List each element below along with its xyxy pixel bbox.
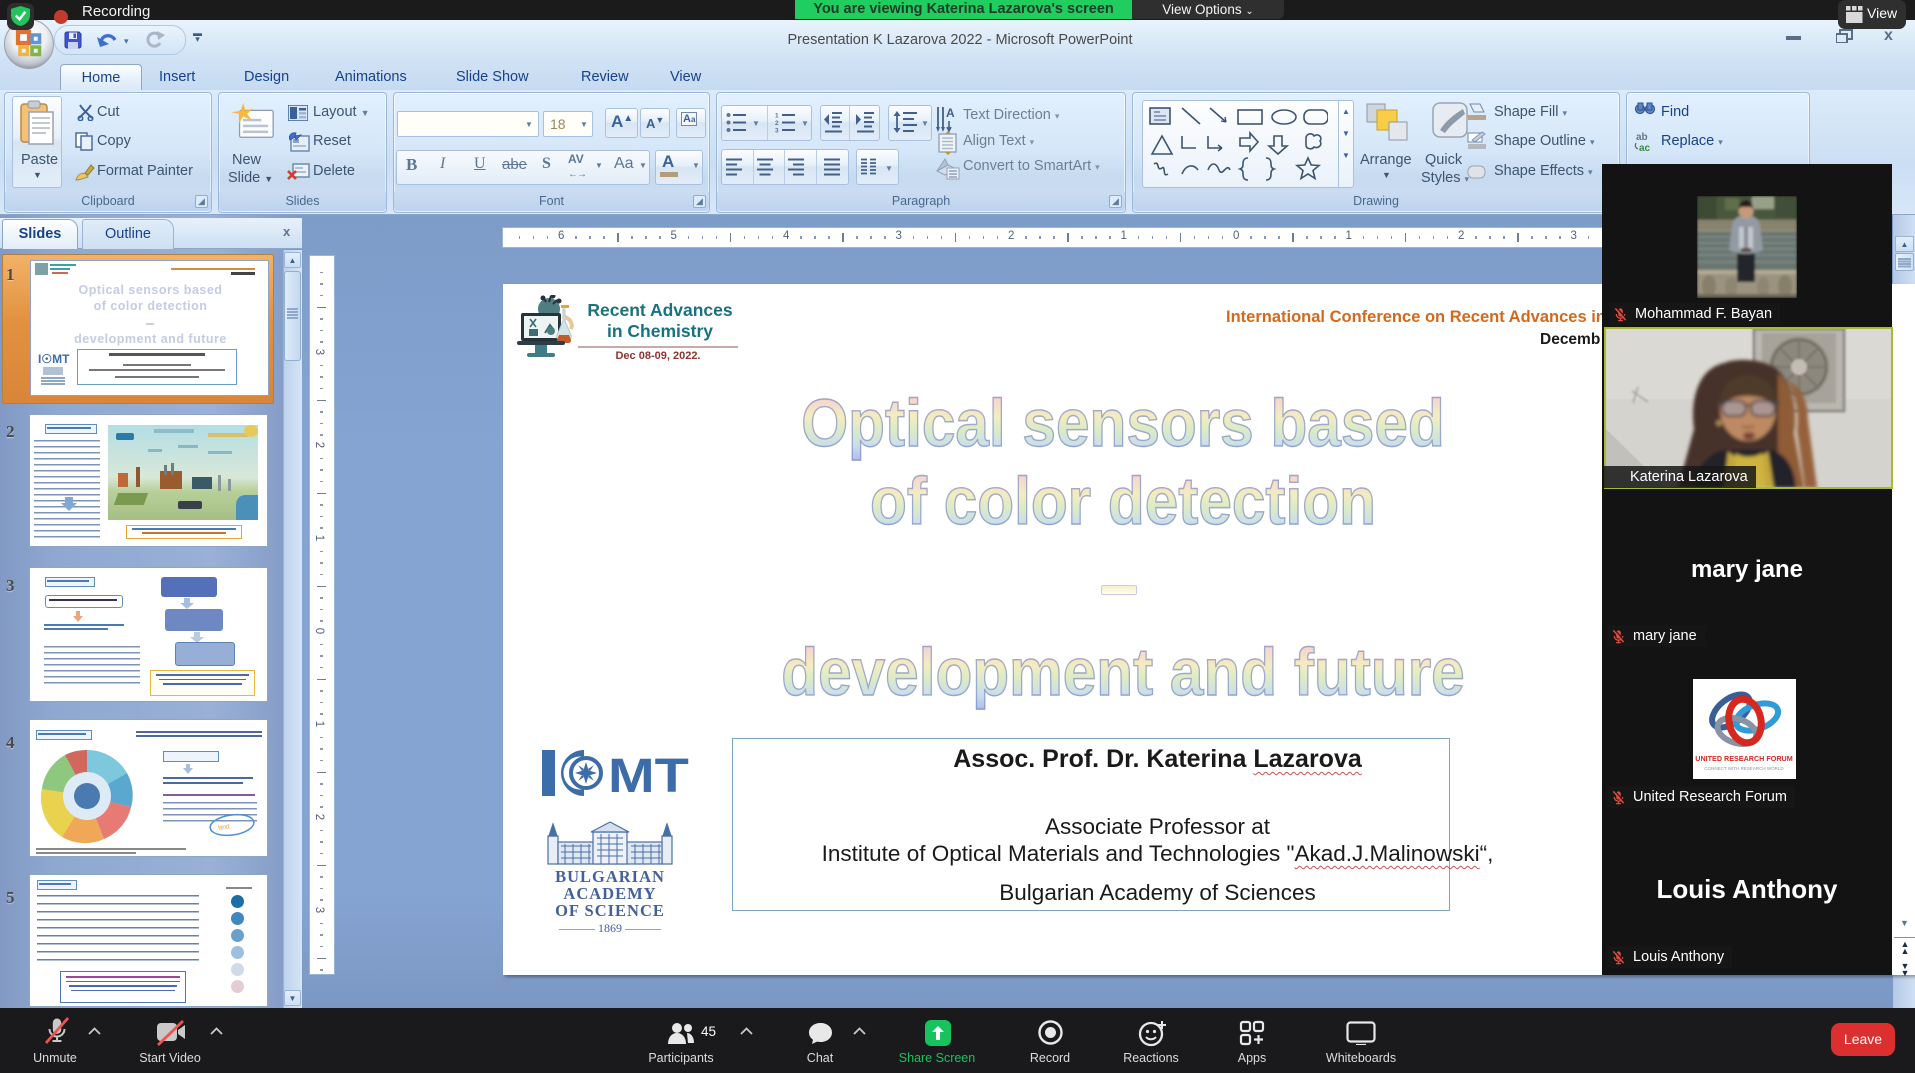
svg-text:ac: ac	[1639, 143, 1651, 153]
svg-text:CONNECT WITH RESEARCH WORLD: CONNECT WITH RESEARCH WORLD	[1704, 766, 1784, 771]
svg-text:3: 3	[775, 128, 779, 134]
svg-text:A: A	[946, 106, 955, 120]
svg-text:text: text	[218, 823, 230, 832]
svg-text:ab: ab	[1636, 132, 1648, 143]
svg-text:2: 2	[775, 120, 779, 127]
svg-text:1: 1	[775, 113, 779, 120]
svg-text:UNITED RESEARCH FORUM: UNITED RESEARCH FORUM	[1695, 754, 1792, 763]
svg-text:MT: MT	[608, 749, 689, 798]
